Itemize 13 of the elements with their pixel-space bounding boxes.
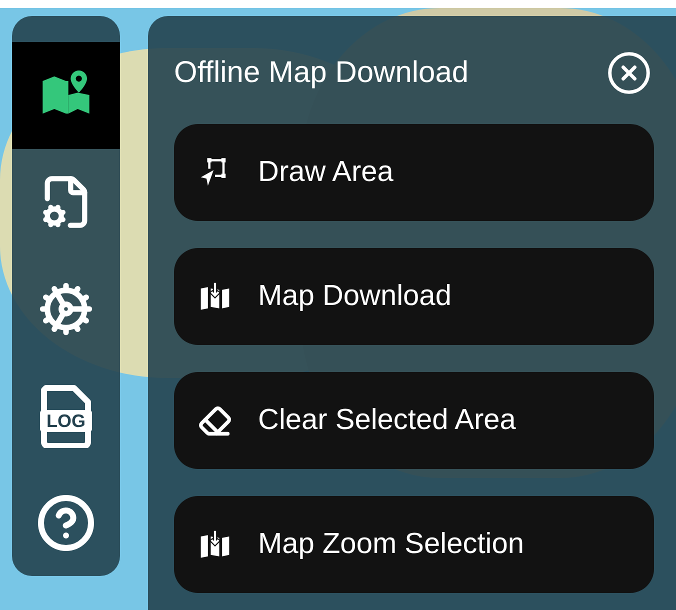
file-icon [38,384,94,448]
sidebar-item[interactable] [12,42,120,149]
eraser-icon [198,404,232,438]
action-button[interactable]: Map Download [174,248,654,345]
close-button[interactable] [606,50,652,96]
help-icon [36,492,96,553]
action-button[interactable]: Draw Area [174,124,654,221]
panel-title: Offline Map Download [174,55,469,91]
action-button[interactable]: Map Zoom Selection [174,496,654,593]
sidebar-item[interactable]: LOG [12,362,120,470]
log-label: LOG [46,410,86,432]
settings-icon [38,280,94,337]
action-button[interactable]: Clear Selected Area [174,372,654,469]
